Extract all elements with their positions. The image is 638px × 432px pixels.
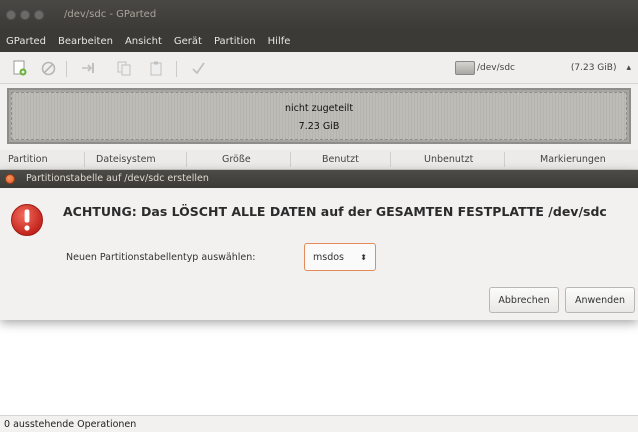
- toolbar-separator: [176, 61, 177, 77]
- menu-geraet[interactable]: Gerät: [174, 36, 202, 47]
- warning-icon: [10, 203, 44, 237]
- cancel-button[interactable]: Abbrechen: [489, 287, 559, 313]
- column-partition[interactable]: Partition: [8, 154, 48, 165]
- statusbar: 0 ausstehende Operationen: [0, 415, 638, 432]
- disk-map[interactable]: nicht zugeteilt 7.23 GiB: [7, 88, 631, 144]
- minimize-window-button[interactable]: [20, 10, 30, 20]
- window-titlebar: /dev/sdc - GParted: [0, 0, 638, 30]
- toolbar-separator: [66, 61, 67, 77]
- menu-bearbeiten[interactable]: Bearbeiten: [58, 36, 113, 47]
- partition-list-header: Partition Dateisystem Größe Benutzt Unbe…: [0, 150, 638, 170]
- new-icon[interactable]: [12, 60, 28, 76]
- toolbar: /dev/sdc (7.23 GiB) ▴: [0, 52, 638, 84]
- unallocated-label: nicht zugeteilt: [284, 103, 354, 114]
- maximize-window-button[interactable]: [34, 10, 44, 20]
- close-window-button[interactable]: [6, 10, 16, 20]
- warning-heading: ACHTUNG: Das LÖSCHT ALLE DATEN auf der G…: [63, 204, 607, 219]
- column-dateisystem[interactable]: Dateisystem: [96, 154, 156, 165]
- updown-arrows-icon: ▴: [626, 63, 631, 73]
- device-selector[interactable]: /dev/sdc (7.23 GiB) ▴: [455, 57, 635, 79]
- device-name: /dev/sdc: [477, 63, 515, 73]
- dialog-title: Partitionstabelle auf /dev/sdc erstellen: [26, 173, 209, 184]
- menubar: GParted Bearbeiten Ansicht Gerät Partiti…: [0, 30, 638, 52]
- resize-icon[interactable]: [80, 60, 96, 76]
- menu-ansicht[interactable]: Ansicht: [125, 36, 162, 47]
- window-controls: [6, 10, 44, 20]
- column-markierungen[interactable]: Markierungen: [540, 154, 606, 165]
- menu-gparted[interactable]: GParted: [6, 36, 46, 47]
- delete-icon[interactable]: [40, 60, 56, 76]
- menu-hilfe[interactable]: Hilfe: [268, 36, 291, 47]
- device-size: (7.23 GiB): [570, 63, 617, 73]
- apply-icon[interactable]: [190, 60, 206, 76]
- unallocated-size: 7.23 GiB: [298, 121, 340, 132]
- apply-button[interactable]: Anwenden: [565, 287, 635, 313]
- menu-partition[interactable]: Partition: [214, 36, 256, 47]
- paste-icon[interactable]: [148, 60, 164, 76]
- create-partition-table-dialog: Partitionstabelle auf /dev/sdc erstellen…: [0, 170, 638, 320]
- column-groesse[interactable]: Größe: [222, 154, 251, 165]
- partition-table-type-select[interactable]: msdos ⬍: [304, 243, 376, 271]
- partition-table-type-label: Neuen Partitionstabellentyp auswählen:: [66, 252, 256, 263]
- harddisk-icon: [455, 61, 475, 75]
- unallocated-region[interactable]: nicht zugeteilt 7.23 GiB: [11, 92, 627, 140]
- copy-icon[interactable]: [116, 60, 132, 76]
- column-benutzt[interactable]: Benutzt: [322, 154, 359, 165]
- column-unbenutzt[interactable]: Unbenutzt: [424, 154, 473, 165]
- dialog-titlebar: Partitionstabelle auf /dev/sdc erstellen: [0, 170, 638, 188]
- partition-table-type-value: msdos: [313, 251, 344, 263]
- updown-arrows-icon: ⬍: [360, 252, 367, 262]
- close-dialog-button[interactable]: [5, 174, 15, 184]
- window-title: /dev/sdc - GParted: [64, 9, 157, 20]
